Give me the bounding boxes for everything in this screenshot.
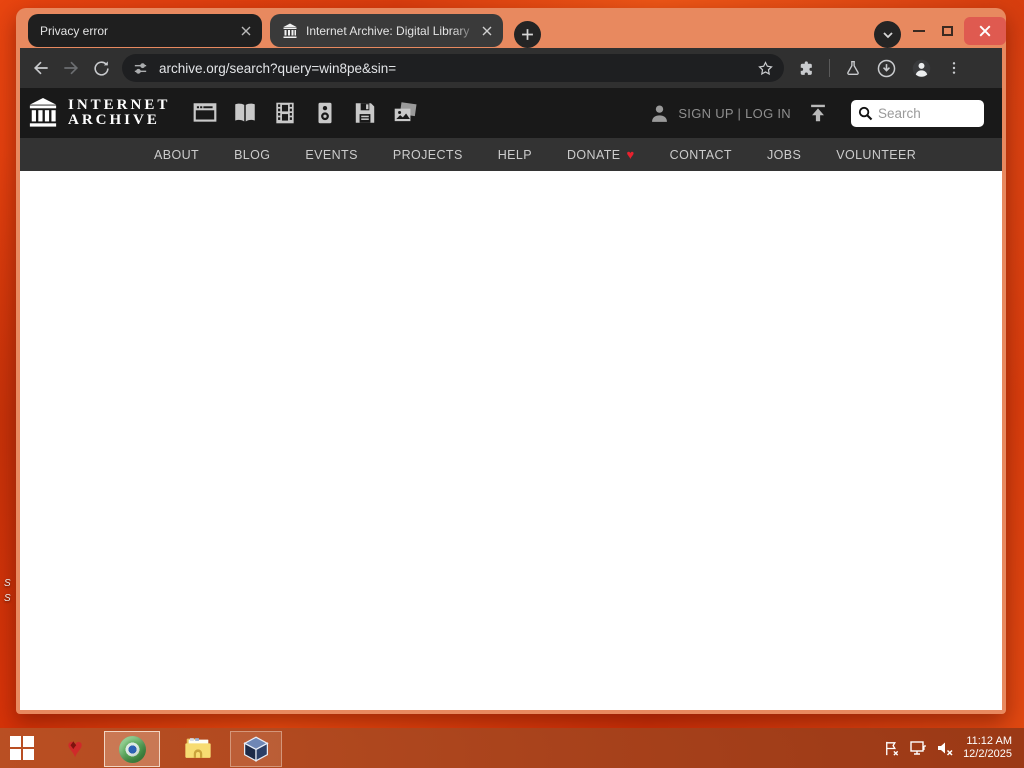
page-viewport: INTERNET ARCHIVE SIGN UP | LOG IN Search… <box>20 88 1002 710</box>
profile-avatar-icon[interactable] <box>911 58 932 79</box>
nav-item-jobs[interactable]: JOBS <box>767 148 801 162</box>
internet-archive-favicon <box>282 23 298 39</box>
windows-logo-icon <box>10 736 34 760</box>
taskbar-app-file-explorer[interactable] <box>174 728 222 768</box>
menu-kebab-icon[interactable] <box>946 60 962 76</box>
site-info-icon[interactable] <box>132 60 149 77</box>
nav-item-contact[interactable]: CONTACT <box>670 148 732 162</box>
action-center-flag-icon[interactable] <box>882 739 901 758</box>
signup-login-link[interactable]: SIGN UP | LOG IN <box>678 106 791 121</box>
taskbar-app-heart[interactable]: ♥ ♦ <box>52 728 98 768</box>
folder-icon <box>185 738 211 758</box>
maximize-button[interactable] <box>932 18 962 44</box>
virtualbox-icon <box>243 736 269 762</box>
page-content-empty <box>20 171 1002 710</box>
web-icon[interactable] <box>192 100 218 126</box>
auth-area: SIGN UP | LOG IN <box>649 103 791 124</box>
search-input[interactable] <box>878 105 978 121</box>
downloads-icon[interactable] <box>876 58 897 79</box>
chromium-icon <box>118 735 146 763</box>
taskbar-clock[interactable]: 11:12 AM 12/2/2025 <box>963 735 1012 761</box>
toolbar-separator <box>829 59 830 77</box>
images-icon[interactable] <box>392 100 418 126</box>
volume-muted-icon[interactable] <box>935 738 955 758</box>
labs-flask-icon[interactable] <box>844 59 862 77</box>
close-window-button[interactable] <box>964 17 1006 45</box>
tab-close-icon[interactable] <box>479 23 495 39</box>
upload-icon[interactable] <box>807 102 829 124</box>
back-button[interactable] <box>26 53 56 83</box>
nav-item-blog[interactable]: BLOG <box>234 148 270 162</box>
nav-item-projects[interactable]: PROJECTS <box>393 148 463 162</box>
video-icon[interactable] <box>272 100 298 126</box>
clock-date: 12/2/2025 <box>963 748 1012 760</box>
desktop-icon-label[interactable]: S <box>4 578 11 589</box>
extensions-icon[interactable] <box>796 59 815 78</box>
tab-close-icon[interactable] <box>238 23 254 39</box>
nav-item-events[interactable]: EVENTS <box>305 148 357 162</box>
taskbar: ♥ ♦ 11:12 AM 12/2/2025 <box>0 728 1024 768</box>
tab-internet-archive[interactable]: Internet Archive: Digital Library <box>270 14 503 47</box>
minimize-button[interactable] <box>904 18 934 44</box>
system-tray <box>882 738 955 758</box>
reload-button[interactable] <box>86 53 116 83</box>
clock-time: 11:12 AM <box>966 735 1012 747</box>
new-tab-button[interactable] <box>514 21 541 48</box>
site-search-box[interactable] <box>851 99 984 127</box>
desktop-icon-label[interactable]: S <box>4 593 11 604</box>
nav-item-about[interactable]: ABOUT <box>154 148 199 162</box>
browser-toolbar: archive.org/search?query=win8pe&sin= <box>20 48 1002 88</box>
media-type-icons <box>192 100 418 126</box>
internet-archive-logo-icon[interactable] <box>28 97 58 129</box>
taskbar-app-chrome-active[interactable] <box>104 731 160 767</box>
forward-button[interactable] <box>56 53 86 83</box>
tab-search-button[interactable] <box>874 21 901 48</box>
tab-privacy-error[interactable]: Privacy error <box>28 14 262 47</box>
start-button[interactable] <box>0 728 44 768</box>
desktop: S S Privacy error Internet Archive: Digi… <box>0 0 1024 768</box>
internet-archive-wordmark[interactable]: INTERNET ARCHIVE <box>68 98 170 128</box>
user-icon <box>649 103 670 124</box>
texts-icon[interactable] <box>232 100 258 126</box>
internet-archive-header: INTERNET ARCHIVE SIGN UP | LOG IN Search <box>20 88 1002 138</box>
search-icon <box>857 105 874 122</box>
tab-strip: Privacy error Internet Archive: Digital … <box>20 8 1006 48</box>
heart-app-icon-core: ♦ <box>70 737 77 752</box>
audio-icon[interactable] <box>312 100 338 126</box>
bookmark-star-icon[interactable] <box>757 60 774 77</box>
taskbar-app-virtualbox[interactable] <box>230 731 282 767</box>
tab-title: Privacy error <box>40 23 109 38</box>
browser-window: Privacy error Internet Archive: Digital … <box>16 8 1006 714</box>
nav-item-help[interactable]: HELP <box>498 148 532 162</box>
internet-archive-navbar: ABOUT BLOG EVENTS PROJECTS HELP DONATE ♥ … <box>20 138 1002 171</box>
tab-title: Internet Archive: Digital Library <box>306 23 470 38</box>
software-icon[interactable] <box>352 100 378 126</box>
toolbar-right-icons <box>796 58 962 79</box>
donate-heart-icon: ♥ <box>626 147 635 162</box>
nav-item-donate[interactable]: DONATE ♥ <box>567 147 635 162</box>
network-icon[interactable] <box>908 738 928 758</box>
nav-item-volunteer[interactable]: VOLUNTEER <box>836 148 916 162</box>
url-text[interactable]: archive.org/search?query=win8pe&sin= <box>159 61 757 76</box>
address-bar[interactable]: archive.org/search?query=win8pe&sin= <box>122 54 784 82</box>
